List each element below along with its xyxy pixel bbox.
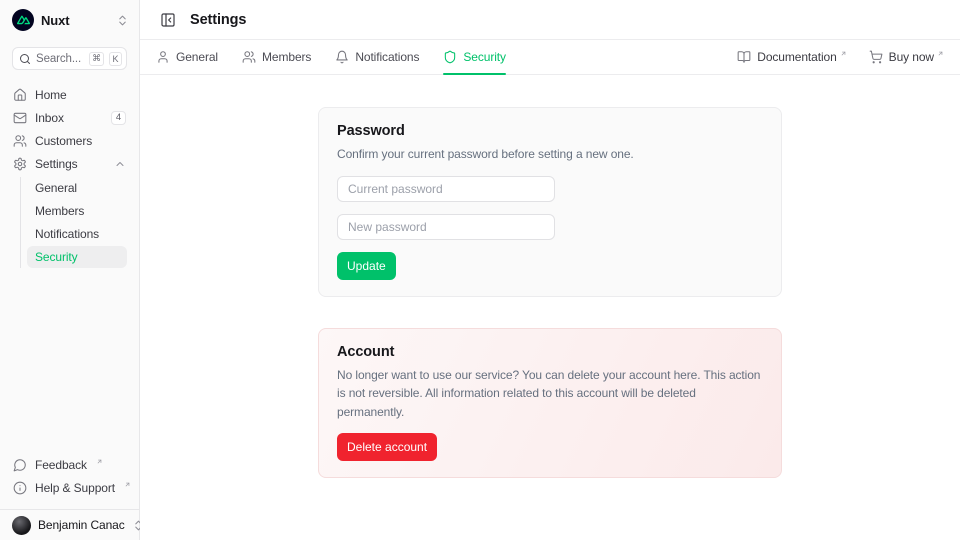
tab-label: Notifications <box>355 50 419 64</box>
user-menu[interactable]: Benjamin Canac <box>0 509 139 540</box>
delete-account-button[interactable]: Delete account <box>337 433 437 461</box>
app-window: Nuxt Search... ⌘ K Home Inbox 4 Customer… <box>0 0 960 540</box>
sidebar: Nuxt Search... ⌘ K Home Inbox 4 Customer… <box>0 0 140 540</box>
sidebar-item-label: Settings <box>35 157 106 171</box>
bell-icon <box>335 50 349 64</box>
documentation-label: Documentation <box>757 50 836 64</box>
password-card-title: Password <box>337 123 763 139</box>
shield-icon <box>443 50 457 64</box>
info-circle-icon <box>13 481 27 495</box>
password-card: Password Confirm your current password b… <box>318 107 782 297</box>
inbox-icon <box>13 111 27 125</box>
workspace-switcher[interactable]: Nuxt <box>12 9 129 31</box>
external-link-icon <box>840 50 847 57</box>
avatar <box>12 516 31 535</box>
update-password-button[interactable]: Update <box>337 252 396 280</box>
tab-members[interactable]: Members <box>242 40 311 74</box>
nuxt-logo-icon <box>12 9 34 31</box>
tab-security[interactable]: Security <box>443 40 506 74</box>
buy-now-link[interactable]: Buy now <box>869 50 944 64</box>
header-links: Documentation Buy now <box>737 40 944 74</box>
sidebar-item-notifications[interactable]: Notifications <box>27 223 127 245</box>
book-open-icon <box>737 50 751 64</box>
page-title: Settings <box>190 12 246 28</box>
sidebar-item-label: Customers <box>35 134 126 148</box>
content-area: Password Confirm your current password b… <box>140 75 960 540</box>
sidebar-item-general[interactable]: General <box>27 177 127 199</box>
sidebar-item-label: Home <box>35 88 126 102</box>
user-name: Benjamin Canac <box>38 518 125 532</box>
account-card-title: Account <box>337 344 763 360</box>
kbd-meta: ⌘ <box>89 52 104 66</box>
search-placeholder: Search... <box>36 53 84 65</box>
sidebar-footer: Feedback Help & Support <box>8 455 131 501</box>
password-card-description: Confirm your current password before set… <box>337 145 761 164</box>
feedback-label: Feedback <box>35 458 87 472</box>
user-icon <box>156 50 170 64</box>
search-input[interactable]: Search... ⌘ K <box>12 47 127 70</box>
account-card: Account No longer want to use our servic… <box>318 328 782 479</box>
page-header: Settings <box>140 0 960 40</box>
main-panel: Settings General Members Notifications <box>140 0 960 540</box>
tab-label: Members <box>262 50 311 64</box>
external-link-icon <box>96 458 103 465</box>
sidebar-item-security[interactable]: Security <box>27 246 127 268</box>
tab-label: General <box>176 50 218 64</box>
sidebar-item-inbox[interactable]: Inbox 4 <box>8 108 131 128</box>
tab-notifications[interactable]: Notifications <box>335 40 419 74</box>
tab-label: Security <box>463 50 506 64</box>
search-icon <box>19 53 31 65</box>
settings-submenu: General Members Notifications Security <box>20 177 127 268</box>
documentation-link[interactable]: Documentation <box>737 50 846 64</box>
panel-left-close-icon <box>160 12 176 28</box>
external-link-icon <box>124 481 131 488</box>
users-icon <box>242 50 256 64</box>
account-card-description: No longer want to use our service? You c… <box>337 366 761 422</box>
new-password-field[interactable] <box>337 214 555 240</box>
sidebar-item-members[interactable]: Members <box>27 200 127 222</box>
sidebar-item-label: Inbox <box>35 111 103 125</box>
sidebar-item-customers[interactable]: Customers <box>8 131 131 151</box>
shopping-cart-icon <box>869 50 883 64</box>
feedback-link[interactable]: Feedback <box>8 455 131 475</box>
inbox-count-badge: 4 <box>111 111 126 125</box>
gear-icon <box>13 157 27 171</box>
buy-now-label: Buy now <box>889 50 934 64</box>
sidebar-item-settings[interactable]: Settings <box>8 154 131 174</box>
sidebar-spacer <box>0 269 139 455</box>
sidebar-nav: Home Inbox 4 Customers Settings General … <box>8 85 131 269</box>
tab-general[interactable]: General <box>156 40 218 74</box>
settings-tabs: General Members Notifications Security <box>156 40 506 74</box>
workspace-name: Nuxt <box>41 13 109 28</box>
collapse-sidebar-button[interactable] <box>156 8 180 32</box>
external-link-icon <box>937 50 944 57</box>
sidebar-item-home[interactable]: Home <box>8 85 131 105</box>
chevron-up-icon <box>114 158 126 170</box>
help-support-link[interactable]: Help & Support <box>8 478 131 498</box>
chat-bubble-icon <box>13 458 27 472</box>
help-support-label: Help & Support <box>35 481 115 495</box>
home-icon <box>13 88 27 102</box>
chevron-up-down-icon <box>116 14 129 27</box>
current-password-field[interactable] <box>337 176 555 202</box>
kbd-k: K <box>109 52 122 66</box>
tabs-bar: General Members Notifications Security <box>140 40 960 75</box>
customers-icon <box>13 134 27 148</box>
